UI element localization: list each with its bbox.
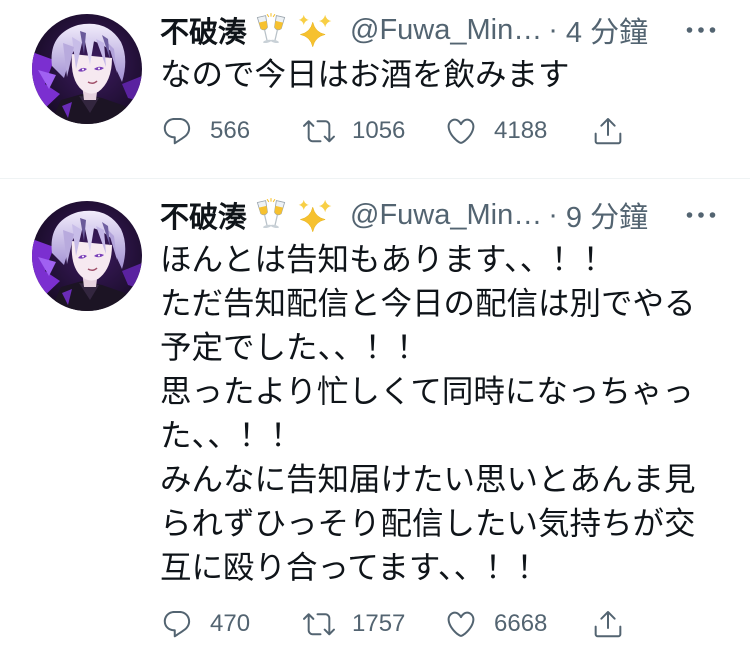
more-icon[interactable] xyxy=(686,15,716,45)
like-count: 6668 xyxy=(494,610,548,637)
tweet[interactable]: 不破湊 @F xyxy=(0,179,750,659)
more-icon[interactable] xyxy=(686,200,716,230)
heart-icon[interactable] xyxy=(445,115,477,147)
tweet-header: 不破湊 @F xyxy=(160,195,750,235)
user-handle[interactable]: @Fuwa_Min… xyxy=(350,14,542,47)
heart-icon[interactable] xyxy=(445,608,477,640)
tweet-actions: 566 1056 4188 xyxy=(160,111,750,151)
like-button[interactable]: 6668 xyxy=(445,604,547,644)
share-button[interactable] xyxy=(592,604,624,644)
tweet[interactable]: 不破湊 @F xyxy=(0,0,750,179)
reply-button[interactable]: 566 xyxy=(161,111,250,151)
reply-icon[interactable] xyxy=(161,608,193,640)
tweet-text-line: みんなに告知届けたい思いとあんま見 xyxy=(160,461,696,497)
sparkles-icon xyxy=(298,14,332,47)
reply-icon[interactable] xyxy=(161,115,193,147)
tweet-text-line: られずひっそり配信したい気持ちが交 xyxy=(160,505,696,541)
clinking-glasses-icon xyxy=(256,198,286,229)
tweet-text-line: た、、！！ xyxy=(160,417,302,453)
display-name[interactable]: 不破湊 xyxy=(160,195,247,235)
separator-dot: · xyxy=(548,198,558,231)
share-button[interactable] xyxy=(592,111,624,151)
avatar[interactable] xyxy=(32,201,142,311)
reply-count: 566 xyxy=(210,117,251,144)
tweet-content: 不破湊 @F xyxy=(160,195,750,644)
retweet-count: 1056 xyxy=(352,117,406,144)
retweet-icon[interactable] xyxy=(303,608,335,640)
tweet-text-line: ただ告知配信と今日の配信は別でやる xyxy=(160,285,696,321)
user-handle[interactable]: @Fuwa_Min… xyxy=(350,199,542,232)
avatar[interactable] xyxy=(32,14,142,124)
timestamp[interactable]: 9 分鐘 xyxy=(566,195,648,235)
timestamp[interactable]: 4 分鐘 xyxy=(566,10,648,50)
retweet-button[interactable]: 1056 xyxy=(303,111,405,151)
separator-dot: · xyxy=(548,13,558,46)
reply-count: 470 xyxy=(210,610,251,637)
tweet-header: 不破湊 @F xyxy=(160,10,750,50)
tweet-content: 不破湊 @F xyxy=(160,10,750,151)
like-button[interactable]: 4188 xyxy=(445,111,547,151)
tweet-actions: 470 1757 6668 xyxy=(160,604,750,644)
share-icon[interactable] xyxy=(592,115,624,147)
clinking-glasses-icon xyxy=(256,13,286,44)
retweet-icon[interactable] xyxy=(303,115,335,147)
like-count: 4188 xyxy=(494,117,548,144)
tweet-text-line: 予定でした、、！！ xyxy=(160,329,428,365)
tweet-text-line: なので今日はお酒を飲みます xyxy=(160,56,570,92)
retweet-button[interactable]: 1757 xyxy=(303,604,405,644)
tweet-text-line: 思ったより忙しくて同時になっちゃっ xyxy=(160,373,694,409)
reply-button[interactable]: 470 xyxy=(161,604,250,644)
tweet-text-line: ほんとは告知もあります、、！！ xyxy=(160,241,615,277)
sparkles-icon xyxy=(298,199,332,232)
tweet-text-line: 互に殴り合ってます、、！！ xyxy=(160,549,549,585)
share-icon[interactable] xyxy=(592,608,624,640)
tweet-text: なので今日はお酒を飲みます xyxy=(160,52,750,96)
retweet-count: 1757 xyxy=(352,610,406,637)
display-name[interactable]: 不破湊 xyxy=(160,10,247,50)
tweet-text: ほんとは告知もあります、、！！ ただ告知配信と今日の配信は別でやる 予定でした、… xyxy=(160,237,750,589)
